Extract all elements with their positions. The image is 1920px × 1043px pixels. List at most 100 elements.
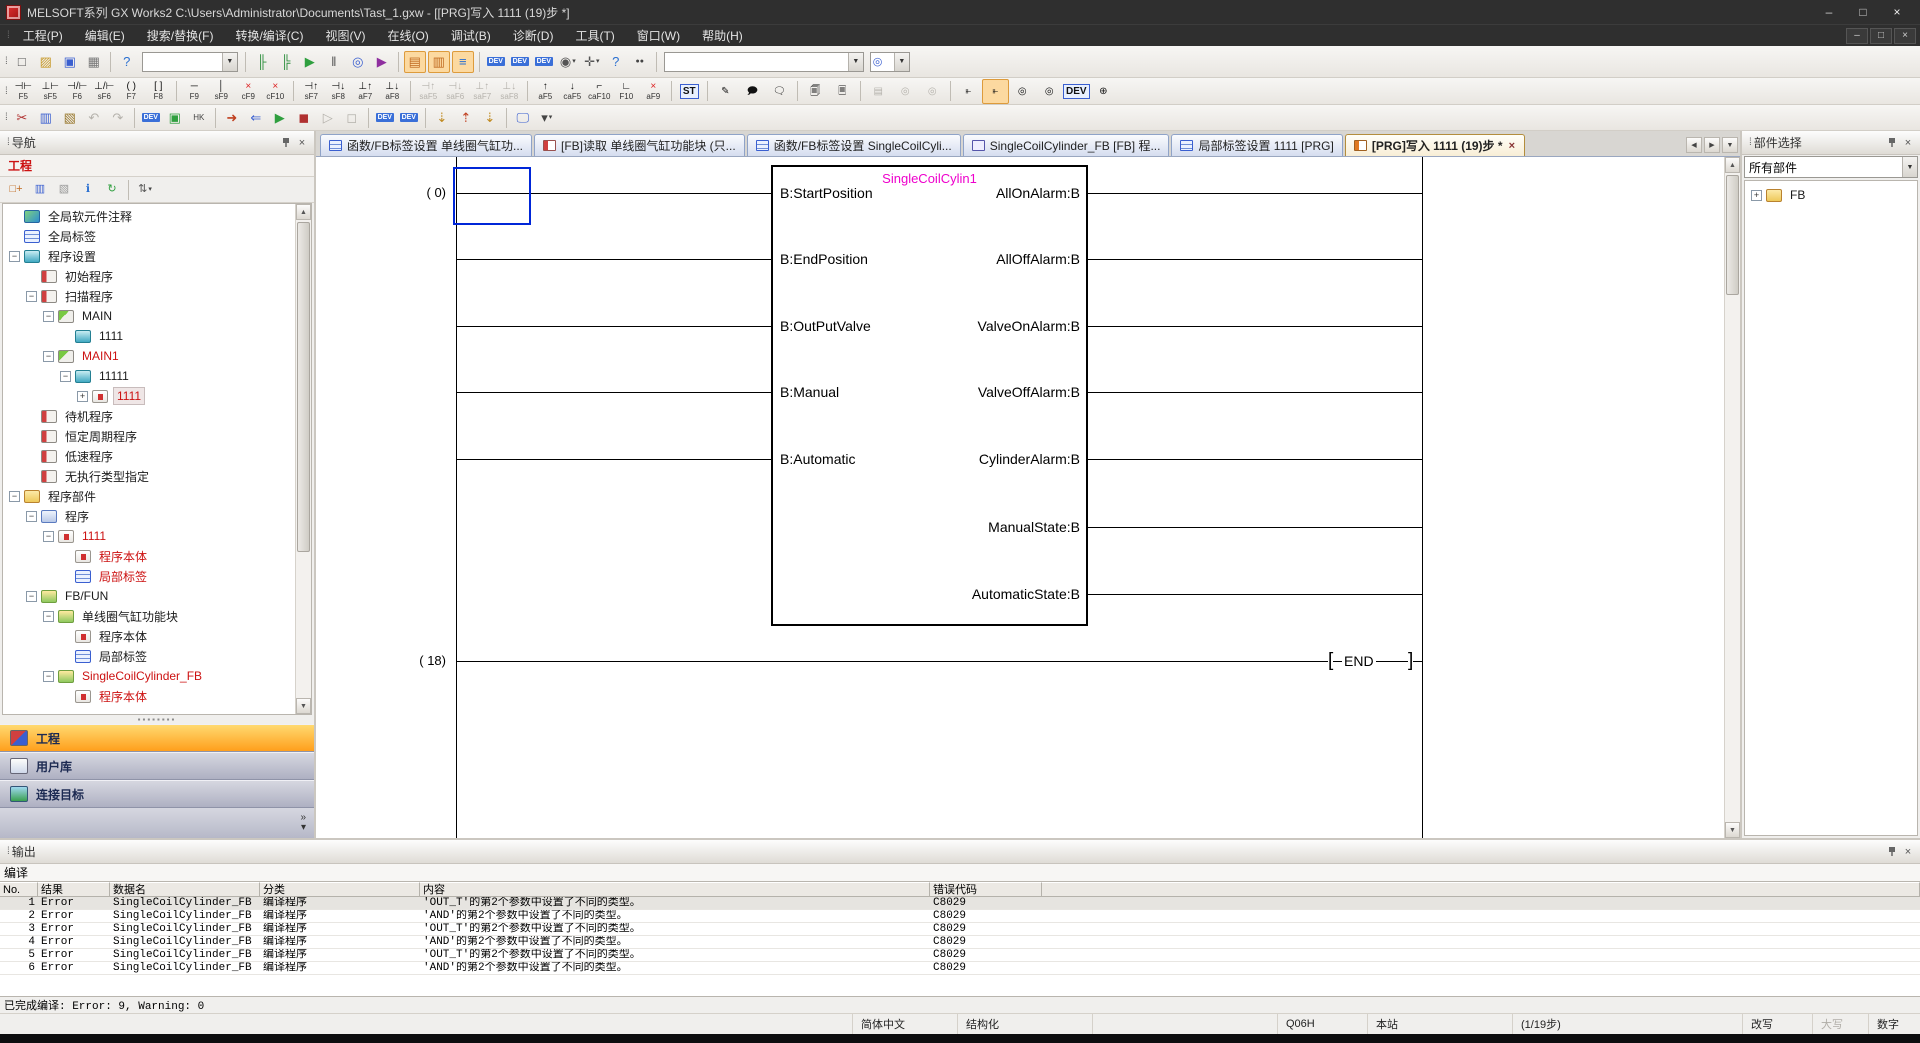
closed-contact-icon[interactable]: ⊣/⊢F6 xyxy=(64,79,91,104)
navigation-expander[interactable]: »▾ xyxy=(0,808,314,838)
document-tab-5[interactable]: 局部标签设置 1111 [PRG] xyxy=(1171,134,1342,156)
tree-item[interactable]: 程序本体 xyxy=(3,626,295,646)
coil-icon[interactable]: ( )F7 xyxy=(118,79,145,104)
run-program-icon[interactable]: ▶ xyxy=(299,51,321,73)
document-tab-6[interactable]: [PRG]写入 1111 (19)步 *× xyxy=(1345,134,1525,156)
collapse-icon[interactable]: − xyxy=(26,591,37,602)
note-display-icon[interactable]: ≡ xyxy=(452,51,474,73)
collapse-icon[interactable]: − xyxy=(26,291,37,302)
tree-display-edit-icon[interactable]: ⫦ xyxy=(982,79,1009,104)
rising-pulse-close-icon[interactable]: ⊣↑saF5 xyxy=(415,79,442,104)
undo-icon[interactable]: ↶ xyxy=(83,107,105,129)
rising-pulse-branch-icon[interactable]: ⊥↑aF7 xyxy=(352,79,379,104)
menu-item-6[interactable]: 在线(O) xyxy=(376,25,439,47)
redo-icon[interactable]: ↷ xyxy=(107,107,129,129)
toolbar-more-icon[interactable]: ▾▾ xyxy=(536,107,558,129)
pause-program-icon[interactable]: ‖ xyxy=(323,51,345,73)
statement-insert-icon[interactable]: 🗐 xyxy=(802,79,829,104)
ladder-editor[interactable]: SingleCoilCylin1B:StartPositionB:EndPosi… xyxy=(316,157,1740,838)
tree-item[interactable]: 低速程序 xyxy=(3,446,295,466)
tree-item[interactable]: −11111 xyxy=(3,366,295,386)
device-display-icon[interactable]: ◉▾ xyxy=(557,51,579,73)
fb-output-pin[interactable]: ValveOffAlarm:B xyxy=(858,384,1080,400)
program-selector[interactable]: ▼ xyxy=(142,52,238,72)
horizontal-line-icon[interactable]: ─F9 xyxy=(181,79,208,104)
device-test-on-icon[interactable]: DEV xyxy=(398,107,420,129)
closed-branch-icon[interactable]: ⊥/⊢sF6 xyxy=(91,79,118,104)
falling-pulse-close-branch-icon[interactable]: ⊥↓saF8 xyxy=(496,79,523,104)
comment-display-icon[interactable]: ▤ xyxy=(404,51,426,73)
sampling-trace-icon[interactable]: ⇣ xyxy=(431,107,453,129)
execute-monitor-icon[interactable]: ▶ xyxy=(371,51,393,73)
ladder-monitor-icon[interactable]: ╠ xyxy=(275,51,297,73)
tree-item[interactable]: 程序本体 xyxy=(3,686,295,706)
column-header[interactable]: 结果 xyxy=(38,882,110,897)
output-compile-tab[interactable]: 编译 xyxy=(0,864,1920,882)
mdi-minimize-button[interactable]: – xyxy=(1846,28,1868,44)
tree-item[interactable]: −单线圈气缸功能块 xyxy=(3,606,295,626)
open-contact-icon[interactable]: ⊣⊢F5 xyxy=(10,79,37,104)
hotkey-tool-icon[interactable]: HK xyxy=(188,107,210,129)
convert-falling-icon[interactable]: ⌐caF10 xyxy=(586,79,613,104)
line-draw-icon[interactable]: ∟F10 xyxy=(613,79,640,104)
fb-output-pin[interactable]: AllOffAlarm:B xyxy=(858,251,1080,267)
tree-item[interactable]: −程序设置 xyxy=(3,246,295,266)
open-project-icon[interactable]: ▨ xyxy=(35,51,57,73)
device-monitor-icon[interactable]: DEV xyxy=(509,51,531,73)
fb-output-pin[interactable]: AutomaticState:B xyxy=(858,586,1080,602)
error-row[interactable]: 6ErrorSingleCoilCylinder_FB编译程序'AND'的第2个… xyxy=(0,962,1920,975)
tree-item[interactable]: −MAIN1 xyxy=(3,346,295,366)
device-batch-monitor-icon[interactable]: DEV xyxy=(533,51,555,73)
menu-item-7[interactable]: 调试(B) xyxy=(440,25,502,47)
crosshair-tool-icon[interactable]: ✛▾ xyxy=(581,51,603,73)
device-find-icon[interactable]: DEV xyxy=(1063,79,1090,104)
fb-output-pin[interactable]: AllOnAlarm:B xyxy=(858,185,1080,201)
collapse-icon[interactable]: − xyxy=(43,531,54,542)
new-item-icon[interactable]: □+ xyxy=(5,179,27,201)
screen-display-icon[interactable]: ▣ xyxy=(164,107,186,129)
document-tab-1[interactable]: 函数/FB标签设置 单线圈气缸功... xyxy=(320,134,532,156)
document-tab-4[interactable]: SingleCoilCylinder_FB [FB] 程... xyxy=(963,134,1170,156)
menu-item-1[interactable]: 工程(P) xyxy=(12,25,74,47)
close-button[interactable]: × xyxy=(1880,2,1914,22)
copy-item-icon[interactable]: ▥ xyxy=(29,179,51,201)
panel-splitter[interactable]: ▪▪▪▪▪▪▪▪ xyxy=(0,715,314,724)
collapse-icon[interactable]: − xyxy=(60,371,71,382)
menu-item-9[interactable]: 工具(T) xyxy=(564,25,625,47)
property-icon[interactable]: ℹ xyxy=(77,179,99,201)
collapse-icon[interactable]: − xyxy=(43,611,54,622)
paste-item-icon[interactable]: ▧ xyxy=(53,179,75,201)
monitor-find-stop-icon[interactable]: ◼ xyxy=(293,107,315,129)
tree-item[interactable]: 全局标签 xyxy=(3,226,295,246)
scrollbar-thumb[interactable] xyxy=(1726,175,1739,295)
expand-icon[interactable]: + xyxy=(1751,190,1762,201)
application-instruction-icon[interactable]: [ ]F8 xyxy=(145,79,172,104)
vertical-line-icon[interactable]: │sF9 xyxy=(208,79,235,104)
copy-icon[interactable]: ▥ xyxy=(35,107,57,129)
tree-item[interactable]: 无执行类型指定 xyxy=(3,466,295,486)
column-header[interactable]: 错误代码 xyxy=(930,882,1042,897)
pin-icon[interactable] xyxy=(1884,135,1900,151)
fb-instance-name[interactable]: SingleCoilCylin1 xyxy=(771,171,1088,186)
document-tab-2[interactable]: [FB]读取 单线圈气缸功能块 (只... xyxy=(534,134,745,156)
write-to-plc-icon[interactable]: ➜ xyxy=(221,107,243,129)
part-filter-combo[interactable]: 所有部件 ▼ xyxy=(1744,156,1918,178)
chevron-down-icon[interactable]: ▼ xyxy=(1902,157,1917,177)
tree-item[interactable]: −MAIN xyxy=(3,306,295,326)
chevron-down-icon[interactable]: ▼ xyxy=(848,53,863,71)
help-circle-icon[interactable]: ? xyxy=(605,51,627,73)
statement-edit-icon[interactable]: 🗩 xyxy=(739,79,766,104)
selection-cursor[interactable] xyxy=(453,167,531,225)
document-tab-3[interactable]: 函数/FB标签设置 SingleCoilCyli... xyxy=(747,134,961,156)
tree-item[interactable]: −程序部件 xyxy=(3,486,295,506)
tree-item[interactable]: −SingleCoilCylinder_FB xyxy=(3,666,295,686)
column-header[interactable]: No. xyxy=(0,882,38,897)
help-icon[interactable]: ? xyxy=(116,51,138,73)
collapse-icon[interactable]: − xyxy=(43,351,54,362)
scroll-down-icon[interactable]: ▼ xyxy=(1725,822,1740,838)
ladder-find-edit-icon[interactable]: ◎ xyxy=(1036,79,1063,104)
ladder-edit-icon[interactable]: ╟ xyxy=(251,51,273,73)
monitor-resume-icon[interactable]: ◻ xyxy=(341,107,363,129)
collapse-icon[interactable]: − xyxy=(9,491,20,502)
fb-output-pin[interactable]: CylinderAlarm:B xyxy=(858,451,1080,467)
